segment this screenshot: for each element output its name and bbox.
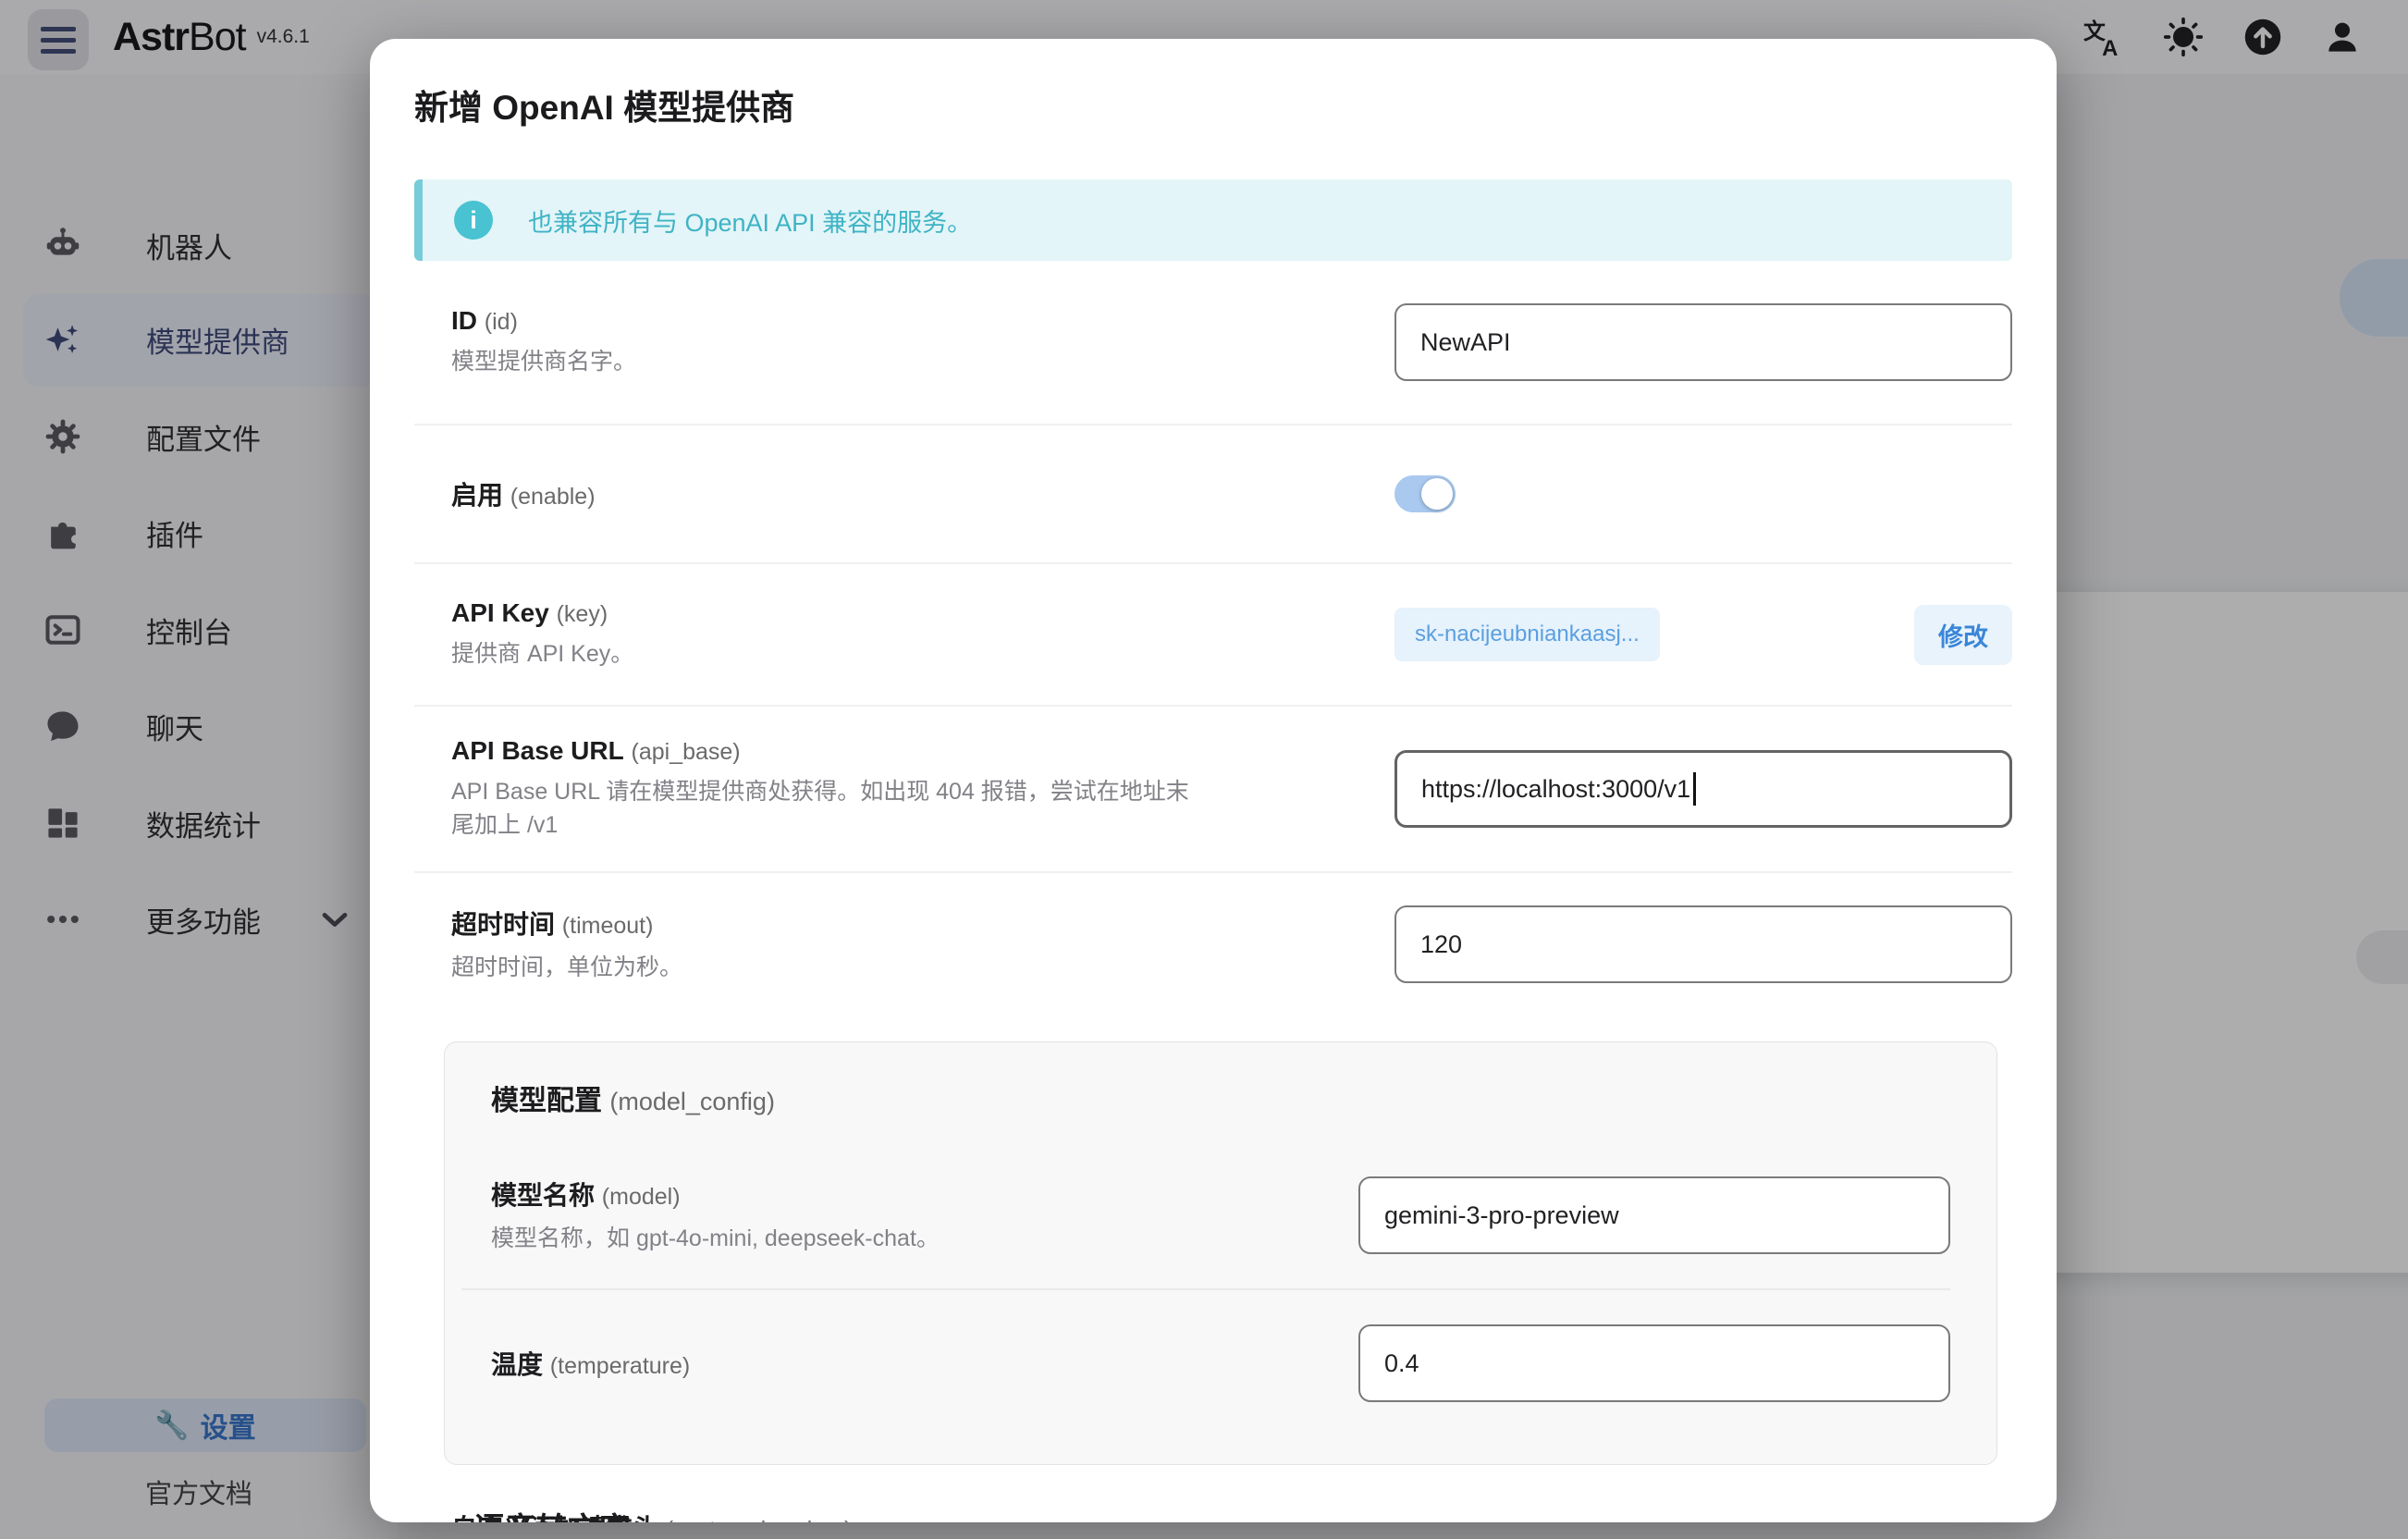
api-key-chip: sk-nacijeubniankaasj... [1394, 608, 1660, 661]
field-label: API Base URL (api_base) [451, 736, 1394, 766]
id-input[interactable] [1394, 303, 2012, 381]
temperature-input[interactable] [1358, 1324, 1950, 1402]
field-row-api-base: API Base URL (api_base) API Base URL 请在模… [414, 705, 2012, 871]
model-config-section: 模型配置 (model_config) 模型名称 (model) 模型名称，如 … [444, 1041, 1997, 1465]
api-base-value: https://localhost:3000/v1 [1421, 775, 1690, 804]
model-config-title: 模型配置 (model_config) [461, 1077, 1950, 1118]
add-openai-provider-dialog: 新增 OpenAI 模型提供商 i 也兼容所有与 OpenAI API 兼容的服… [370, 39, 2057, 1522]
field-row-api-key: API Key (key) 提供商 API Key。 sk-nacijeubni… [414, 562, 2012, 705]
astrbot-app: AstrBot v4.6.1 文A [0, 0, 2408, 1539]
field-row-temperature: 温度 (temperature) [461, 1288, 1950, 1436]
text-caret [1693, 772, 1696, 806]
field-label: API Key (key) [451, 598, 1394, 628]
field-label: 启用 (enable) [451, 475, 1394, 512]
field-label: 超时时间 (timeout) [451, 905, 1394, 942]
api-base-input[interactable]: https://localhost:3000/v1 [1394, 750, 2012, 828]
field-description: 超时时间，单位为秒。 [451, 951, 1191, 984]
info-alert-text: 也兼容所有与 OpenAI API 兼容的服务。 [528, 203, 972, 239]
field-label: 温度 (temperature) [491, 1345, 1358, 1382]
field-row-id: ID (id) 模型提供商名字。 [414, 261, 2012, 424]
field-label: ID (id) [451, 306, 1394, 336]
model-input[interactable] [1358, 1176, 1950, 1254]
field-description: API Base URL 请在模型提供商处获得。如出现 404 报错，尝试在地址… [451, 775, 1191, 842]
field-row-enable: 启用 (enable) [414, 424, 2012, 562]
field-label: 模型名称 (model) [491, 1176, 1358, 1213]
info-icon: i [454, 201, 493, 240]
field-row-model: 模型名称 (model) 模型名称，如 gpt-4o-mini, deepsee… [461, 1142, 1950, 1288]
enable-toggle[interactable] [1394, 475, 1456, 512]
timeout-input[interactable] [1394, 905, 2012, 983]
info-alert: i 也兼容所有与 OpenAI API 兼容的服务。 [414, 179, 2012, 261]
clipped-next-section-title: 语音转文字 [473, 1504, 631, 1522]
field-description: 提供商 API Key。 [451, 637, 1191, 671]
dialog-title: 新增 OpenAI 模型提供商 [414, 39, 2012, 129]
field-description: 模型名称，如 gpt-4o-mini, deepseek-chat。 [491, 1222, 1231, 1255]
field-row-custom-headers: 自定义添加请求头 (custom_headers) 此处添加的键值对将被合并到 … [414, 1478, 2012, 1522]
field-row-timeout: 超时时间 (timeout) 超时时间，单位为秒。 [414, 871, 2012, 1016]
toggle-knob [1421, 478, 1453, 510]
field-description: 模型提供商名字。 [451, 345, 1191, 378]
api-key-edit-button[interactable]: 修改 [1914, 605, 2012, 665]
